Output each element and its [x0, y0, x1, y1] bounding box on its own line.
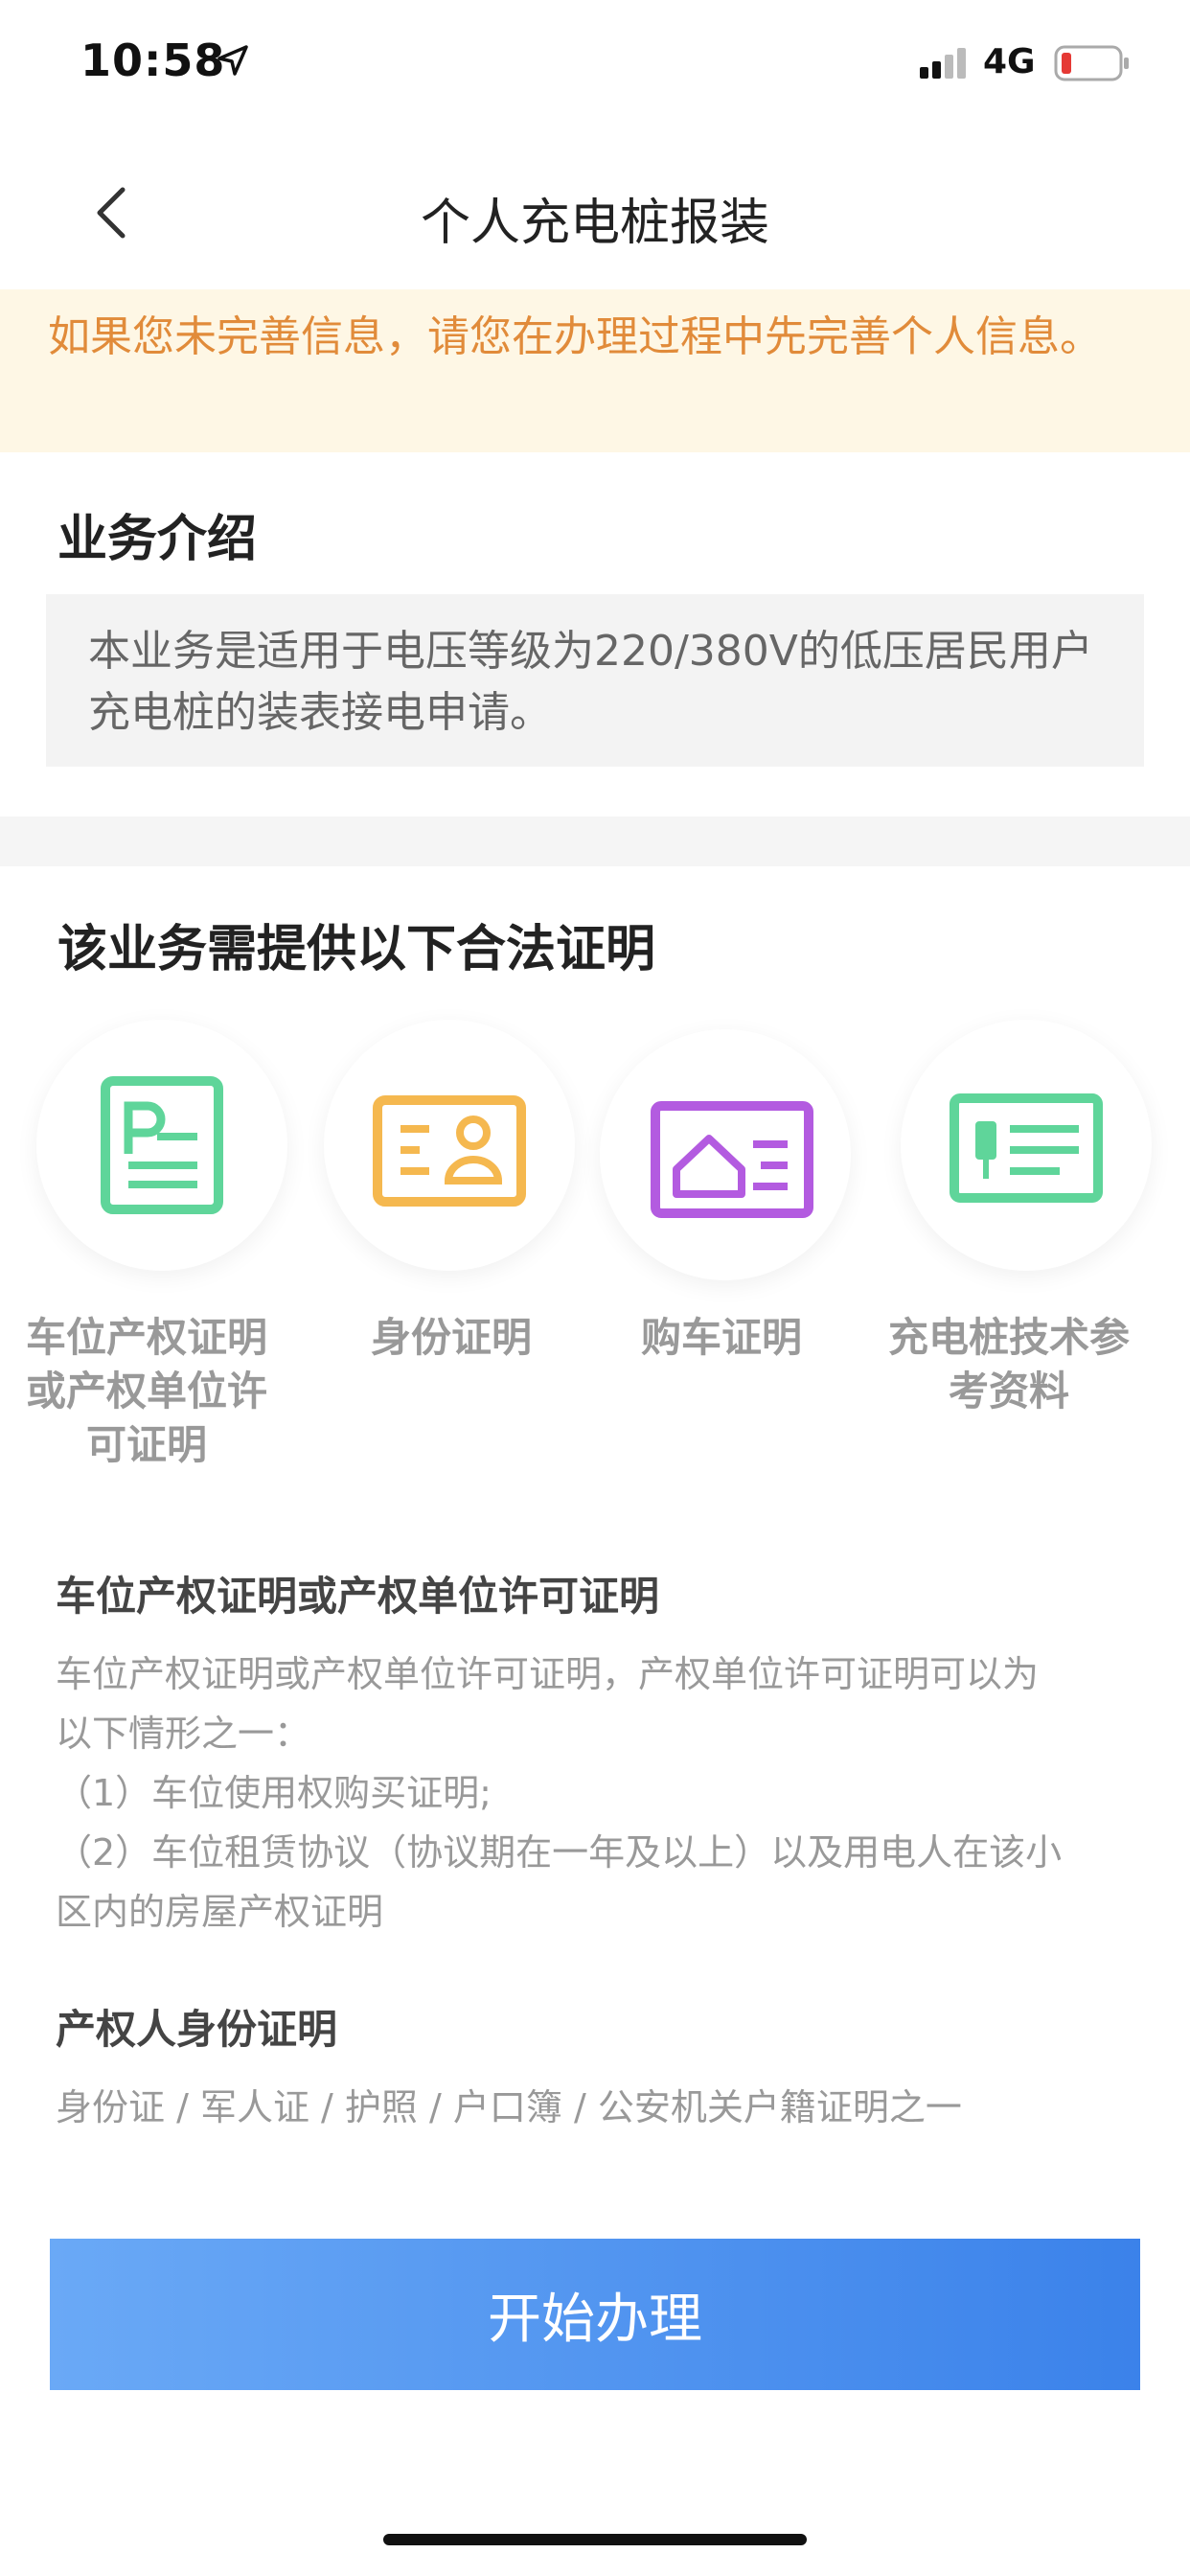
doc-item-property[interactable]: [36, 1020, 287, 1271]
detail-title-property: 车位产权证明或产权单位许可证明: [56, 1573, 660, 1620]
id-card-icon: [373, 1095, 526, 1207]
doc-label-charger: 充电桩技术参 考资料: [887, 1314, 1130, 1414]
section-divider: [0, 816, 1190, 866]
doc-item-charger[interactable]: [901, 1020, 1152, 1271]
page-title: 个人充电桩报装: [420, 195, 769, 252]
detail-title-identity: 产权人身份证明: [56, 2006, 338, 2053]
intro-text: 本业务是适用于电压等级为220/380V的低压居民用户充电桩的装表接电申请。: [88, 627, 1093, 737]
location-arrow-icon: [217, 45, 248, 76]
start-button[interactable]: 开始办理: [50, 2239, 1140, 2390]
status-bar: 10:58 4G: [0, 0, 1190, 125]
home-indicator: [383, 2534, 807, 2545]
detail-text-property: 车位产权证明或产权单位许可证明，产权单位许可证明可以为 以下情形之一： （1）车…: [56, 1653, 1063, 1933]
doc-label-property: 车位产权证明 或产权单位许 可证明: [25, 1314, 267, 1468]
doc-label-purchase: 购车证明: [640, 1314, 802, 1361]
notice-text: 如果您未完善信息，请您在办理过程中先完善个人信息。: [48, 312, 1102, 361]
doc-item-purchase[interactable]: [600, 1029, 851, 1280]
house-card-icon: [651, 1101, 813, 1218]
intro-title: 业务介绍: [57, 511, 258, 568]
charger-doc-icon: [950, 1093, 1103, 1203]
signal-icon: [920, 48, 966, 79]
status-time: 10:58: [80, 34, 226, 86]
battery-low-icon: [1054, 45, 1129, 81]
documents-title: 该业务需提供以下合法证明: [57, 921, 656, 978]
doc-item-id[interactable]: [324, 1020, 575, 1271]
network-label: 4G: [983, 42, 1036, 81]
property-certificate-icon: [101, 1076, 223, 1214]
detail-text-identity: 身份证 / 军人证 / 护照 / 户口簿 / 公安机关户籍证明之一: [56, 2086, 962, 2128]
doc-label-id: 身份证明: [370, 1314, 532, 1361]
